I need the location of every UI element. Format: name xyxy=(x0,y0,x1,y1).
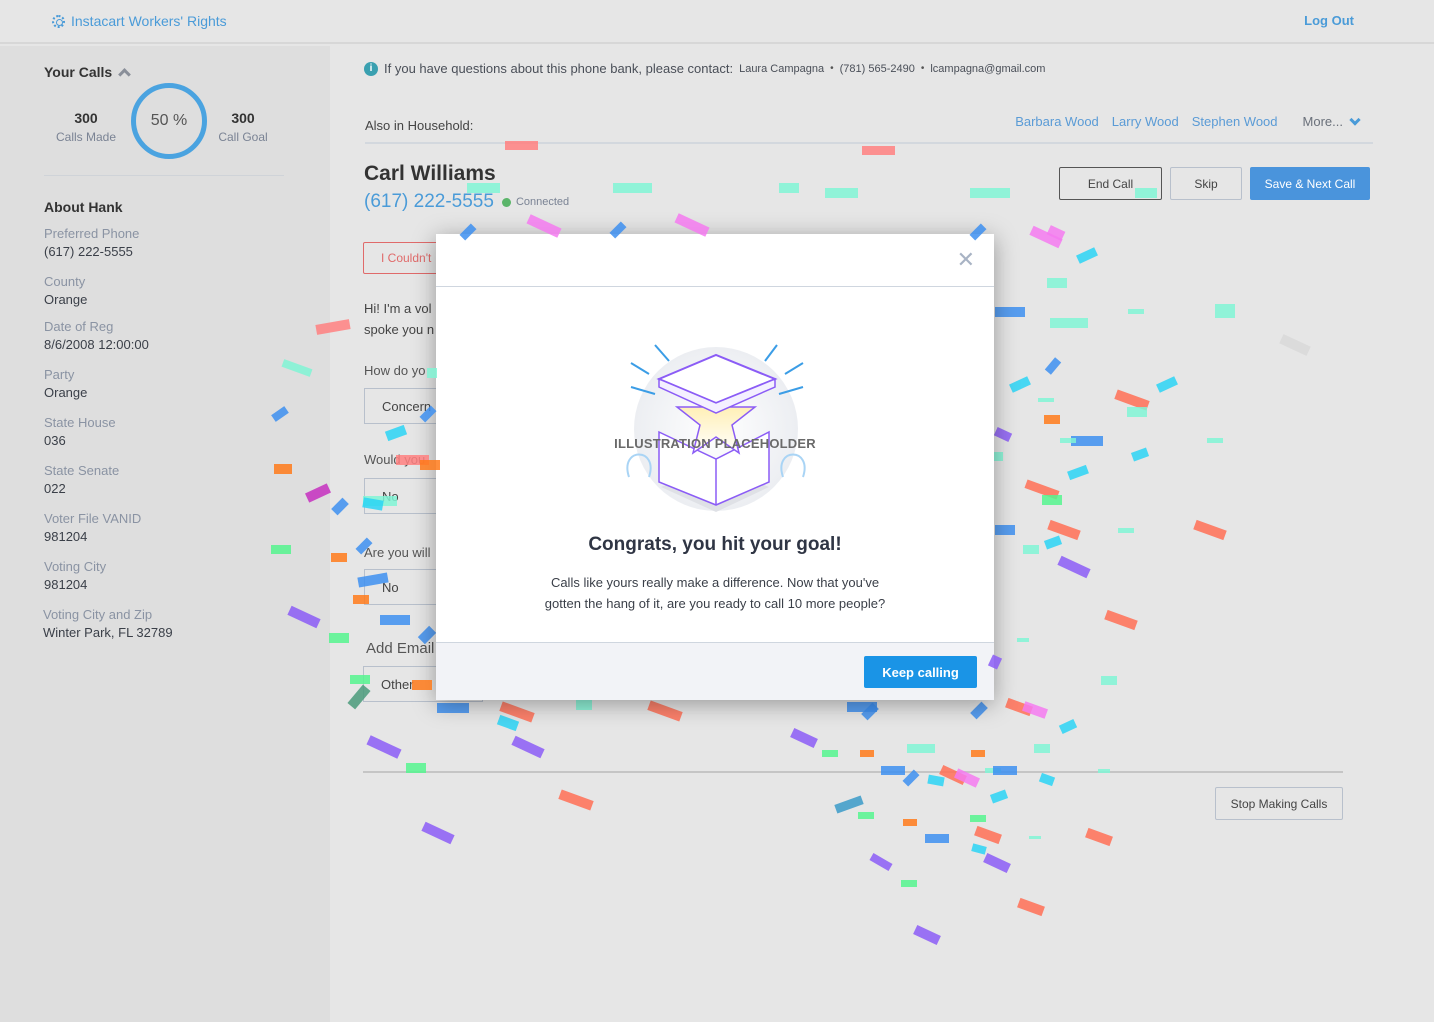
modal-message: Calls like yours really make a differenc… xyxy=(436,572,994,614)
info-text: If you have questions about this phone b… xyxy=(384,61,734,76)
org-name: Instacart Workers' Rights xyxy=(71,13,227,29)
script-line: spoke you n xyxy=(364,322,435,337)
field-label: Voting City and Zip xyxy=(43,607,153,622)
select-value: No xyxy=(382,579,399,595)
field-label: Voter File VANID xyxy=(44,511,142,526)
modal-title: Congrats, you hit your goal! xyxy=(588,534,842,555)
gift-box-illustration xyxy=(626,344,806,512)
household-label: Also in Household: xyxy=(365,118,474,133)
progress-percent: 50 % xyxy=(150,112,188,129)
calls-made-value: 300 xyxy=(74,110,98,126)
skip-button[interactable]: Skip xyxy=(1170,167,1242,200)
contact-phone: (781) 565-2490 xyxy=(839,62,915,75)
household-member-link[interactable]: Stephen Wood xyxy=(1192,114,1278,129)
household-bar: Also in Household: Barbara Wood Larry Wo… xyxy=(365,110,1373,144)
your-calls-label: Your Calls xyxy=(44,64,113,80)
field-party: Party Orange xyxy=(44,367,87,400)
call-status: Connected xyxy=(501,196,570,208)
field-voting-city: Voting City 981204 xyxy=(44,559,106,592)
your-calls-toggle[interactable]: Your Calls xyxy=(44,64,132,81)
top-bar: Instacart Workers' Rights Log Out xyxy=(0,0,1434,44)
modal-message-line: Calls like yours really make a differenc… xyxy=(550,575,880,590)
modal-header: ✕ xyxy=(436,234,994,287)
chevron-down-icon xyxy=(1349,113,1361,126)
field-voter-file-vanid: Voter File VANID 981204 xyxy=(44,511,141,544)
field-value: Orange xyxy=(44,385,88,400)
field-state-senate: State Senate 022 xyxy=(44,463,119,496)
calls-made-stat: 300 Calls Made xyxy=(46,110,126,144)
field-value: 036 xyxy=(44,433,66,448)
field-date-of-reg: Date of Reg 8/6/2008 12:00:00 xyxy=(44,319,149,352)
script-line: Hi! I'm a vol xyxy=(364,301,432,316)
field-label: Date of Reg xyxy=(44,319,114,334)
save-next-call-button[interactable]: Save & Next Call xyxy=(1250,167,1370,200)
field-value: 8/6/2008 12:00:00 xyxy=(44,337,149,352)
sidebar: Your Calls 300 Calls Made 50 % 300 Call … xyxy=(0,46,330,1022)
field-value: 022 xyxy=(44,481,66,496)
household-member-link[interactable]: Barbara Wood xyxy=(1015,114,1099,129)
modal-footer: Keep calling xyxy=(436,642,994,700)
logout-link[interactable]: Log Out xyxy=(1304,13,1354,28)
select-value: Concern xyxy=(382,398,432,414)
divider xyxy=(363,771,1343,773)
field-label: County xyxy=(44,274,86,289)
field-value: Orange xyxy=(44,292,88,307)
field-label: State House xyxy=(44,415,116,430)
end-call-button[interactable]: End Call xyxy=(1059,167,1162,200)
info-banner: i If you have questions about this phone… xyxy=(364,61,1045,76)
call-goal-label: Call Goal xyxy=(218,130,268,144)
call-status-text: Connected xyxy=(515,196,570,208)
select-value: Other xyxy=(381,676,414,692)
contact-name: Laura Campagna xyxy=(739,62,825,75)
info-icon: i xyxy=(364,61,378,76)
call-goal-stat: 300 Call Goal xyxy=(203,110,283,144)
field-value: Winter Park, FL 32789 xyxy=(43,625,173,640)
select-value: No xyxy=(382,488,399,504)
org-link[interactable]: Instacart Workers' Rights xyxy=(52,13,227,29)
more-label: More... xyxy=(1302,114,1343,129)
contact-phone-number[interactable]: (617) 222-5555 xyxy=(364,191,494,213)
field-label: Voting City xyxy=(44,559,107,574)
modal-message-line: gotten the hang of it, are you ready to … xyxy=(544,596,886,611)
about-title: About Hank xyxy=(44,199,123,215)
chevron-up-icon xyxy=(118,67,132,81)
field-state-house: State House 036 xyxy=(44,415,116,448)
progress-ring: 50 % xyxy=(131,83,207,159)
keep-calling-button[interactable]: Keep calling xyxy=(864,656,977,688)
field-value: 981204 xyxy=(44,529,88,544)
field-value: (617) 222-5555 xyxy=(44,244,133,259)
question-label: How do yo xyxy=(364,363,426,378)
field-preferred-phone: Preferred Phone (617) 222-5555 xyxy=(44,226,139,259)
gear-icon xyxy=(52,14,65,28)
field-value: 981204 xyxy=(44,577,88,592)
calls-made-label: Calls Made xyxy=(55,130,117,144)
question-label: Would you xyxy=(364,452,426,467)
household-member-link[interactable]: Larry Wood xyxy=(1112,114,1179,129)
add-email-label: Add Email xyxy=(366,640,435,657)
contact-full-name: Carl Williams xyxy=(364,162,496,185)
more-dropdown[interactable]: More... xyxy=(1302,113,1373,129)
contact-email: lcampagna@gmail.com xyxy=(930,62,1046,75)
status-dot-icon xyxy=(501,197,511,207)
close-icon[interactable]: ✕ xyxy=(957,247,975,273)
call-goal-value: 300 xyxy=(231,110,255,126)
household-links: Barbara Wood Larry Wood Stephen Wood Mor… xyxy=(1015,113,1373,129)
goal-modal: ✕ ILLUSTRATION PLACEHOLDER Congrats, you… xyxy=(436,234,994,700)
sidebar-divider xyxy=(44,175,284,176)
field-label: State Senate xyxy=(44,463,120,478)
field-label: Party xyxy=(44,367,75,382)
contact-phone-row: (617) 222-5555 Connected xyxy=(364,191,569,213)
field-voting-city-zip: Voting City and Zip Winter Park, FL 3278… xyxy=(43,607,173,640)
stop-making-calls-button[interactable]: Stop Making Calls xyxy=(1215,787,1343,820)
separator: • xyxy=(920,63,925,74)
illustration-label: ILLUSTRATION PLACEHOLDER xyxy=(614,436,816,451)
question-label: Are you will xyxy=(364,545,431,560)
call-script: Hi! I'm a vol spoke you n xyxy=(364,298,444,340)
separator: • xyxy=(830,63,834,74)
field-label: Preferred Phone xyxy=(44,226,140,241)
field-county: County Orange xyxy=(44,274,87,307)
